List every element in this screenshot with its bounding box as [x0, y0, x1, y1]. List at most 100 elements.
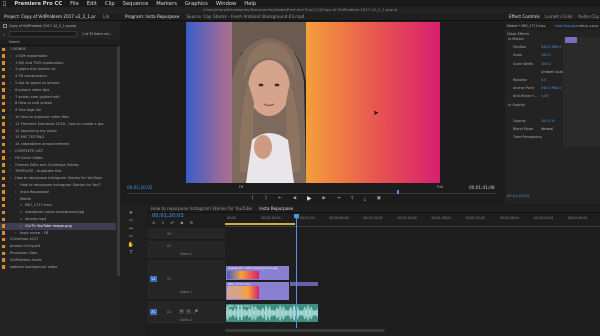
snap-icon[interactable]: ∩ [161, 220, 164, 226]
menu-sequence[interactable]: Sequence [123, 1, 149, 7]
tab-lumetri-color[interactable]: Lumetri Color [545, 14, 573, 19]
bin-chevron-icon[interactable]: › [10, 175, 11, 182]
bin-chevron-icon[interactable]: › [10, 94, 11, 101]
bin-chevron-icon[interactable]: › [5, 236, 6, 243]
lift-icon[interactable]: ⤒ [351, 196, 353, 202]
bin-chevron-icon[interactable]: › [10, 148, 11, 155]
bin-chevron-icon[interactable]: › [10, 66, 11, 73]
effect-property-value[interactable]: Normal [541, 127, 553, 131]
mark-in-icon[interactable]: { [251, 196, 254, 201]
project-item[interactable]: › Media [0, 196, 116, 203]
track-target-a1[interactable]: A1 [150, 309, 157, 315]
effect-property-value[interactable]: 100.0 [541, 62, 551, 66]
project-item[interactable]: › VidProblem Audio [0, 257, 116, 264]
menu-window[interactable]: Window [216, 1, 236, 7]
bin-chevron-icon[interactable]: › [10, 168, 11, 175]
effect-property-value[interactable]: Uniform Scale [541, 70, 565, 74]
project-item[interactable]: › 5 ask to gopro vs iphone [0, 80, 116, 87]
project-item[interactable]: › 10 how to organize video files [0, 114, 116, 121]
effect-property-row[interactable]: Opacity 100.0 % [513, 119, 568, 123]
program-timecode[interactable]: 00;01;20;03 [127, 185, 153, 190]
project-scrollbar[interactable] [117, 46, 120, 276]
tab-effect-controls[interactable]: Effect Controls [509, 14, 540, 19]
project-item[interactable]: › 1 BONUS [0, 46, 116, 53]
bin-chevron-icon[interactable]: › [10, 73, 11, 80]
effect-property-value[interactable]: 100.0 % [541, 119, 555, 123]
bin-chevron-icon[interactable]: › [10, 121, 11, 128]
effect-property-value[interactable]: 0.0 [541, 78, 546, 82]
project-item[interactable]: › 13 MIC TESTING [0, 134, 116, 141]
tab-libraries[interactable]: Lib [103, 14, 109, 19]
apple-menu-icon[interactable]:  [3, 1, 6, 7]
tab-audio-clip[interactable]: Audio Clip [578, 14, 599, 19]
timeline-scrollbar[interactable] [225, 329, 385, 332]
tab-sequence-insta[interactable]: Insta Repurpose [259, 206, 293, 211]
project-item[interactable]: › 9 Tuts tags list [0, 107, 116, 114]
solo-button[interactable]: S [186, 309, 191, 314]
menu-file[interactable]: File [70, 1, 79, 7]
bin-chevron-icon[interactable]: › [10, 141, 11, 148]
project-item[interactable]: › topic name - FB [0, 230, 116, 237]
bin-chevron-icon[interactable]: › [5, 243, 6, 250]
go-to-out-icon[interactable]: ⇥ [337, 196, 341, 201]
selection-tool-icon[interactable]: ➤ [127, 210, 135, 217]
tab-sequence-howto[interactable]: How to repurpose Instagram Stories for Y… [151, 206, 252, 211]
project-item[interactable]: › TEMPLATE - duplicate this [0, 168, 116, 175]
project-item[interactable]: › 3 gopro this broken up [0, 66, 116, 73]
effect-property-row[interactable]: Anchor Point 540.0 960.0 [513, 86, 568, 90]
bin-chevron-icon[interactable]: › [10, 107, 11, 114]
project-item[interactable]: › Onbase Edits and Challenge Videos [0, 162, 116, 169]
project-item[interactable]: › 11 Premiere Elements 2018 - how to crea… [0, 121, 116, 128]
project-item[interactable]: › 4 FB compression [0, 73, 116, 80]
effect-property-row[interactable]: Time Remapping [513, 135, 568, 139]
effect-property-value[interactable]: 540.0 960.0 [541, 45, 562, 49]
bin-chevron-icon[interactable]: › [10, 162, 11, 169]
project-item[interactable]: › 8 How to edit videos [0, 100, 116, 107]
effect-property-value[interactable]: 0.00 [541, 94, 549, 98]
program-video-frame[interactable] [186, 22, 440, 183]
menu-clip[interactable]: Clip [105, 1, 115, 7]
work-area-bar[interactable] [225, 223, 295, 225]
effects-footer-timecode[interactable]: 00;01;20;03 [507, 194, 529, 198]
effect-property-row[interactable]: fx Motion [508, 37, 563, 41]
mute-button[interactable]: M [179, 309, 184, 314]
hand-tool-icon[interactable]: ✋ [127, 242, 135, 249]
play-icon[interactable]: ▶ [307, 195, 312, 202]
menu-markers[interactable]: Markers [156, 1, 177, 7]
tab-project[interactable]: Project: Copy of VidProblem 2017 v2_2_1.… [4, 14, 96, 19]
bin-chevron-icon[interactable]: › [10, 53, 11, 60]
bin-chevron-icon[interactable]: › [15, 182, 16, 189]
v1-tail-segment[interactable] [290, 282, 318, 286]
bin-chevron-icon[interactable]: › [10, 128, 11, 135]
timeline-timecode[interactable]: 00;01;20;03 [152, 213, 184, 219]
project-search-input[interactable] [9, 31, 77, 37]
effect-property-row[interactable]: fx Opacity [508, 103, 563, 107]
track-select-tool-icon[interactable]: ⇨ [127, 218, 135, 225]
app-menu[interactable]: Premiere Pro CC [14, 1, 62, 7]
menu-help[interactable]: Help [244, 1, 256, 7]
go-to-in-icon[interactable]: ⇤ [278, 196, 282, 201]
add-marker-icon[interactable]: ◆ [180, 220, 183, 226]
bin-chevron-icon[interactable]: › [10, 134, 11, 141]
insert-sequence-icon[interactable]: ⊜ [152, 220, 155, 226]
tab-program[interactable]: Program: Insta Repurpose [125, 14, 179, 19]
bin-chevron-icon[interactable]: › [10, 100, 11, 107]
track-target-v1[interactable]: V1 [150, 276, 157, 282]
step-forward-icon[interactable]: ▶ [322, 196, 325, 201]
project-item[interactable]: › Christmas 2017 [0, 236, 116, 243]
linked-selection-icon[interactable]: ☍ [170, 220, 174, 226]
type-tool-icon[interactable]: T [127, 250, 135, 257]
mark-out-icon[interactable]: } [265, 196, 268, 201]
bin-chevron-icon[interactable]: › [10, 155, 11, 162]
fit-dropdown[interactable]: Fit [239, 185, 243, 189]
project-item[interactable]: › photos of myself [0, 243, 116, 250]
project-item[interactable]: › website background video [0, 264, 116, 271]
bin-chevron-icon[interactable]: › [10, 114, 11, 121]
effect-property-value[interactable]: 100.0 [541, 53, 551, 57]
project-item[interactable]: › Processor Clips [0, 250, 116, 257]
effect-property-row[interactable]: Rotation 0.0 [513, 78, 568, 82]
export-frame-icon[interactable]: ▣ [377, 196, 381, 201]
quality-dropdown[interactable]: Full [437, 185, 443, 189]
bin-chevron-icon[interactable]: › [15, 230, 16, 237]
bin-chevron-icon[interactable]: › [5, 250, 6, 257]
